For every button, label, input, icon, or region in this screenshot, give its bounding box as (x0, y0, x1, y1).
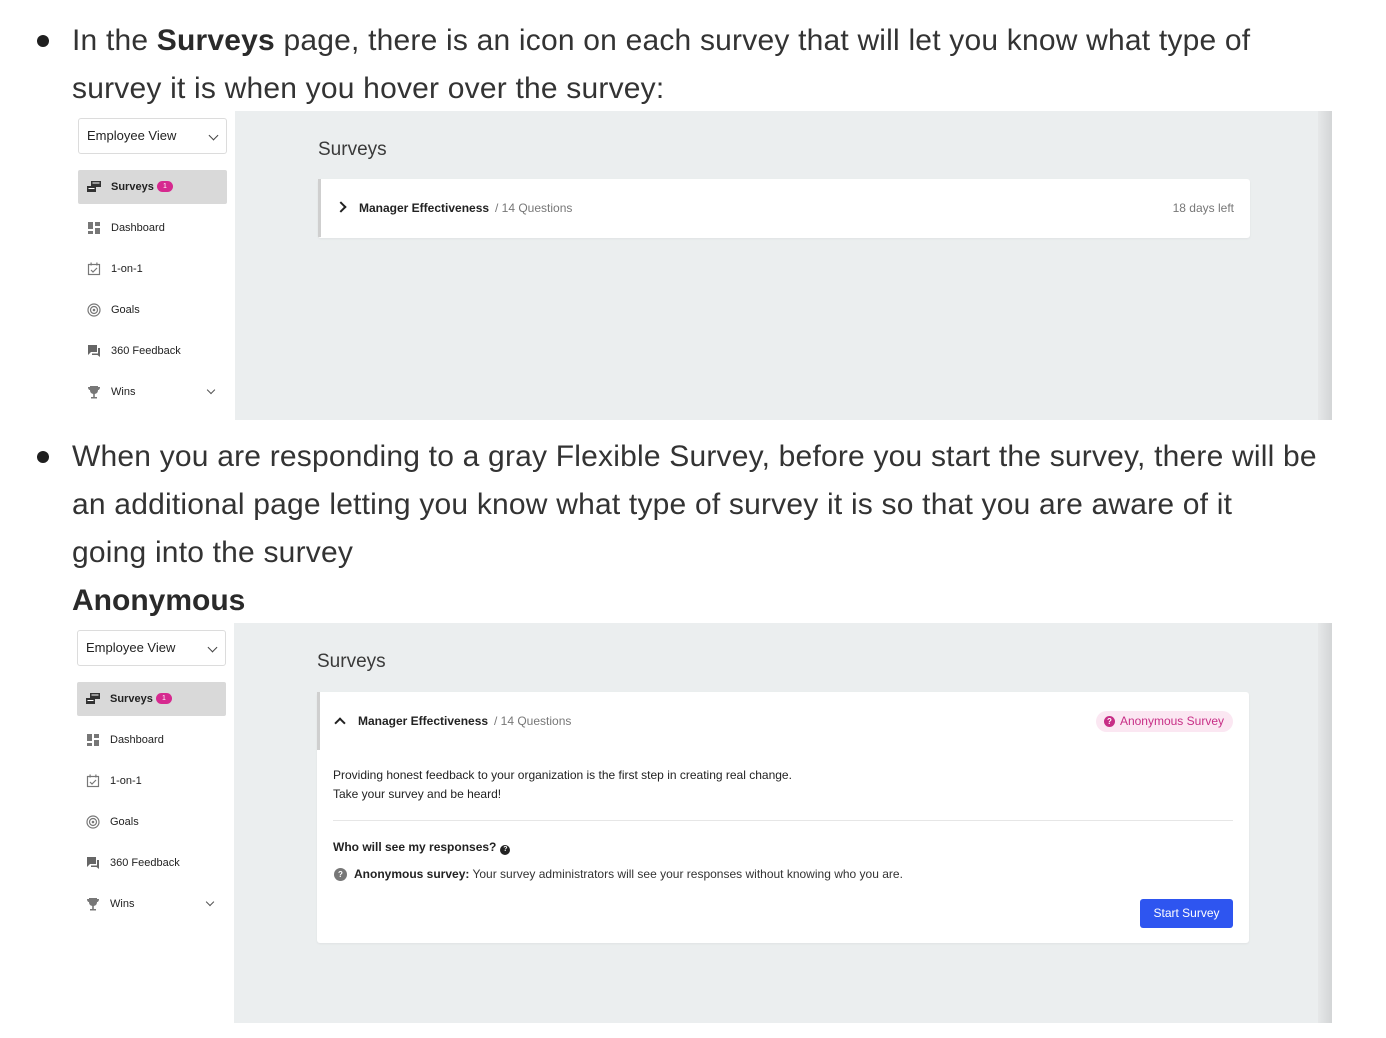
view-select[interactable]: Employee View (77, 630, 226, 666)
sidebar-item-360-feedback[interactable]: 360 Feedback (78, 334, 227, 368)
notification-badge: 1 (157, 181, 173, 192)
chat-icon (88, 345, 100, 357)
paragraph-1-bold: Surveys (156, 24, 275, 57)
paragraph-1-text-cont: page, there is an icon on each survey th… (274, 24, 1251, 57)
notification-badge: 1 (156, 693, 172, 704)
screenshot-anonymous-survey: Employee View Surveys 1 Dashboard 1-on-1… (77, 623, 1332, 1023)
chevron-down-icon (206, 385, 216, 395)
sidebar-item-label: 1-on-1 (111, 263, 143, 275)
sidebar-item-goals[interactable]: Goals (78, 293, 227, 327)
trophy-icon (88, 386, 100, 399)
who-sees-heading: Who will see my responses?? (333, 840, 511, 855)
chevron-right-icon[interactable] (335, 201, 347, 213)
calendar-check-icon (86, 774, 100, 788)
sidebar-item-surveys[interactable]: Surveys 1 (77, 682, 226, 716)
view-select-label: Employee View (87, 128, 177, 143)
survey-card[interactable]: Manager Effectiveness / 14 Questions 18 … (318, 179, 1250, 238)
divider (333, 820, 1233, 821)
paragraph-1-text: In the (72, 24, 157, 57)
sidebar: Employee View Surveys 1 Dashboard 1-on-1… (77, 623, 234, 1023)
sidebar-item-label: 360 Feedback (111, 345, 181, 357)
sidebar-item-wins[interactable]: Wins (77, 887, 226, 921)
sidebar-item-surveys[interactable]: Surveys 1 (78, 170, 227, 204)
dashboard-icon (87, 734, 99, 746)
sidebar-item-360-feedback[interactable]: 360 Feedback (77, 846, 226, 880)
sidebar-item-label: Wins (110, 898, 135, 910)
page-title: Surveys (317, 651, 386, 672)
chat-icon (87, 857, 99, 869)
question-count: / 14 Questions (495, 201, 573, 215)
surveys-icon (86, 693, 100, 704)
surveys-icon (87, 181, 101, 192)
sidebar-item-dashboard[interactable]: Dashboard (77, 723, 226, 757)
content-edge (1318, 111, 1332, 420)
sidebar-item-label: Dashboard (110, 734, 164, 746)
chevron-down-icon (205, 897, 215, 907)
survey-card-expanded: Manager Effectiveness / 14 Questions ? A… (317, 692, 1249, 943)
anonymous-icon: ? (334, 868, 347, 881)
sidebar-item-label: Goals (111, 304, 140, 316)
target-icon (87, 303, 101, 317)
target-icon (86, 815, 100, 829)
days-left: 18 days left (1172, 201, 1234, 215)
survey-name: Manager Effectiveness (359, 201, 490, 215)
main-content: Surveys Manager Effectiveness / 14 Quest… (234, 623, 1332, 1023)
chevron-down-icon (207, 642, 218, 653)
help-icon[interactable]: ? (500, 845, 511, 855)
question-count: / 14 Questions (494, 714, 572, 728)
survey-name: Manager Effectiveness (358, 714, 489, 728)
paragraph-1: In the Surveys page, there is an icon on… (72, 17, 1250, 113)
trophy-icon (87, 898, 99, 911)
sidebar-item-label: 360 Feedback (110, 857, 180, 869)
sidebar-item-label: Goals (110, 816, 139, 828)
sidebar-item-wins[interactable]: Wins (78, 375, 227, 409)
sidebar-item-label: Surveys (110, 693, 153, 705)
survey-card-header[interactable]: Manager Effectiveness / 14 Questions 18 … (318, 179, 1250, 237)
chevron-up-icon[interactable] (334, 717, 346, 729)
who-sees-label: Who will see my responses? (333, 840, 497, 854)
bullet-point (37, 35, 49, 47)
paragraph-2: When you are responding to a gray Flexib… (72, 433, 1317, 577)
dashboard-icon (88, 222, 100, 234)
anonymous-text: Your survey administrators will see your… (469, 867, 903, 881)
anonymous-explanation: ? Anonymous survey: Your survey administ… (334, 867, 903, 881)
anonymous-survey-label: Anonymous Survey (1119, 714, 1224, 728)
section-heading: Anonymous (72, 584, 246, 617)
paragraph-2-line-1: When you are responding to a gray Flexib… (72, 440, 1317, 473)
anonymous-icon: ? (1103, 716, 1115, 727)
anonymous-survey-badge: ? Anonymous Survey (1095, 711, 1233, 732)
sidebar-item-1-on-1[interactable]: 1-on-1 (77, 764, 226, 798)
intro-line-1: Providing honest feedback to your organi… (333, 768, 792, 782)
bullet-point (37, 451, 49, 463)
page-title: Surveys (318, 139, 387, 160)
view-select-label: Employee View (86, 640, 176, 655)
sidebar-item-label: Dashboard (111, 222, 165, 234)
sidebar-item-goals[interactable]: Goals (77, 805, 226, 839)
paragraph-2-line-3: going into the survey (72, 536, 354, 569)
sidebar-item-label: Wins (111, 386, 136, 398)
chevron-down-icon (208, 130, 219, 141)
start-survey-button[interactable]: Start Survey (1140, 899, 1233, 928)
sidebar-item-label: 1-on-1 (110, 775, 142, 787)
main-content: Surveys Manager Effectiveness / 14 Quest… (235, 111, 1332, 420)
intro-line-2: Take your survey and be heard! (333, 787, 502, 801)
calendar-check-icon (87, 262, 101, 276)
screenshot-surveys-list: Employee View Surveys 1 Dashboard 1-on-1… (78, 111, 1332, 420)
view-select[interactable]: Employee View (78, 118, 227, 154)
paragraph-2-line-2: an additional page letting you know what… (72, 488, 1233, 521)
sidebar-item-1-on-1[interactable]: 1-on-1 (78, 252, 227, 286)
sidebar-item-dashboard[interactable]: Dashboard (78, 211, 227, 245)
sidebar-item-label: Surveys (111, 181, 154, 193)
sidebar: Employee View Surveys 1 Dashboard 1-on-1… (78, 111, 235, 420)
intro-text: Providing honest feedback to your organi… (333, 766, 792, 804)
survey-card-header[interactable]: Manager Effectiveness / 14 Questions ? A… (317, 692, 1249, 750)
content-edge (1318, 623, 1332, 1023)
paragraph-1-line-2: survey it is when you hover over the sur… (72, 72, 665, 105)
anonymous-label: Anonymous survey: (354, 867, 470, 881)
